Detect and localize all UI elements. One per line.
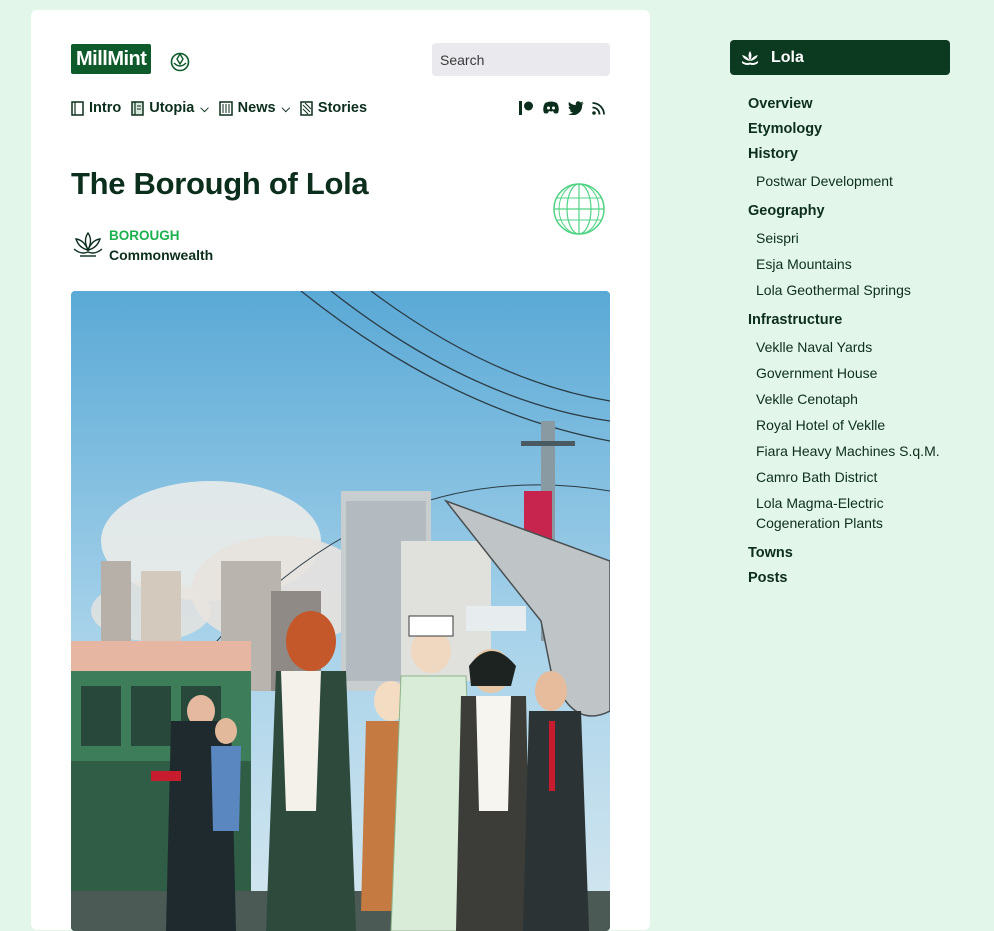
chevron-down-icon: ⌵ — [281, 102, 290, 115]
book-icon — [300, 100, 313, 116]
rss-icon[interactable] — [592, 101, 605, 120]
nav-utopia-label: Utopia — [149, 100, 195, 116]
nav-intro[interactable]: Intro — [71, 100, 121, 116]
site-logo[interactable]: MillMint — [71, 44, 152, 74]
emblem-icon — [170, 52, 190, 72]
toc-camro-bath-district[interactable]: Camro Bath District — [756, 467, 948, 487]
toc-fiara-heavy-machines[interactable]: Fiara Heavy Machines S.q.M. — [756, 441, 948, 461]
discord-icon[interactable] — [542, 101, 560, 120]
main-card: MillMint Intro Utopia ⌵ News ⌵ Stories — [31, 10, 650, 931]
social-links — [519, 101, 605, 120]
chevron-down-icon: ⌵ — [200, 102, 209, 115]
sidebar-header[interactable]: Lola — [730, 40, 950, 75]
main-nav: Intro Utopia ⌵ News ⌵ Stories — [71, 100, 367, 116]
twitter-icon[interactable] — [568, 101, 584, 120]
table-of-contents: Overview Etymology History Postwar Devel… — [748, 96, 948, 595]
toc-overview[interactable]: Overview — [748, 96, 948, 112]
toc-esja-mountains[interactable]: Esja Mountains — [756, 254, 948, 274]
hero-illustration — [71, 291, 610, 931]
toc-vekllei-naval-yards[interactable]: Veklle Naval Yards — [756, 337, 948, 357]
search-input[interactable] — [432, 43, 610, 76]
toc-government-house[interactable]: Government House — [756, 363, 948, 383]
book-icon — [71, 100, 84, 116]
category-name: Commonwealth — [109, 247, 214, 263]
globe-icon — [553, 183, 605, 235]
toc-geography[interactable]: Geography — [748, 203, 948, 219]
toc-infrastructure[interactable]: Infrastructure — [748, 312, 948, 328]
newspaper-icon — [218, 100, 233, 116]
toc-seispri[interactable]: Seispri — [756, 228, 948, 248]
category-type[interactable]: BOROUGH — [109, 228, 180, 243]
page-title: The Borough of Lola — [71, 166, 369, 201]
toc-royal-hotel[interactable]: Royal Hotel of Veklle — [756, 415, 948, 435]
nav-stories[interactable]: Stories — [300, 100, 367, 116]
toc-posts[interactable]: Posts — [748, 570, 948, 586]
sidebar-header-label: Lola — [771, 48, 804, 66]
toc-lola-geothermal-springs[interactable]: Lola Geothermal Springs — [756, 280, 948, 300]
lotus-icon — [73, 231, 103, 257]
toc-postwar-development[interactable]: Postwar Development — [756, 171, 948, 191]
nav-stories-label: Stories — [317, 100, 368, 116]
lotus-icon — [742, 50, 758, 65]
toc-history[interactable]: History — [748, 146, 948, 162]
nav-intro-label: Intro — [89, 100, 122, 116]
nav-news-label: News — [237, 100, 276, 116]
patreon-icon[interactable] — [519, 101, 534, 120]
toc-vekllei-cenotaph[interactable]: Veklle Cenotaph — [756, 389, 948, 409]
nav-utopia[interactable]: Utopia ⌵ — [131, 100, 209, 116]
toc-etymology[interactable]: Etymology — [748, 121, 948, 137]
toc-towns[interactable]: Towns — [748, 545, 948, 561]
nav-news[interactable]: News ⌵ — [218, 100, 290, 116]
toc-lola-cogeneration-plants[interactable]: Lola Magma-Electric Cogeneration Plants — [756, 493, 948, 533]
book-icon — [131, 100, 144, 116]
